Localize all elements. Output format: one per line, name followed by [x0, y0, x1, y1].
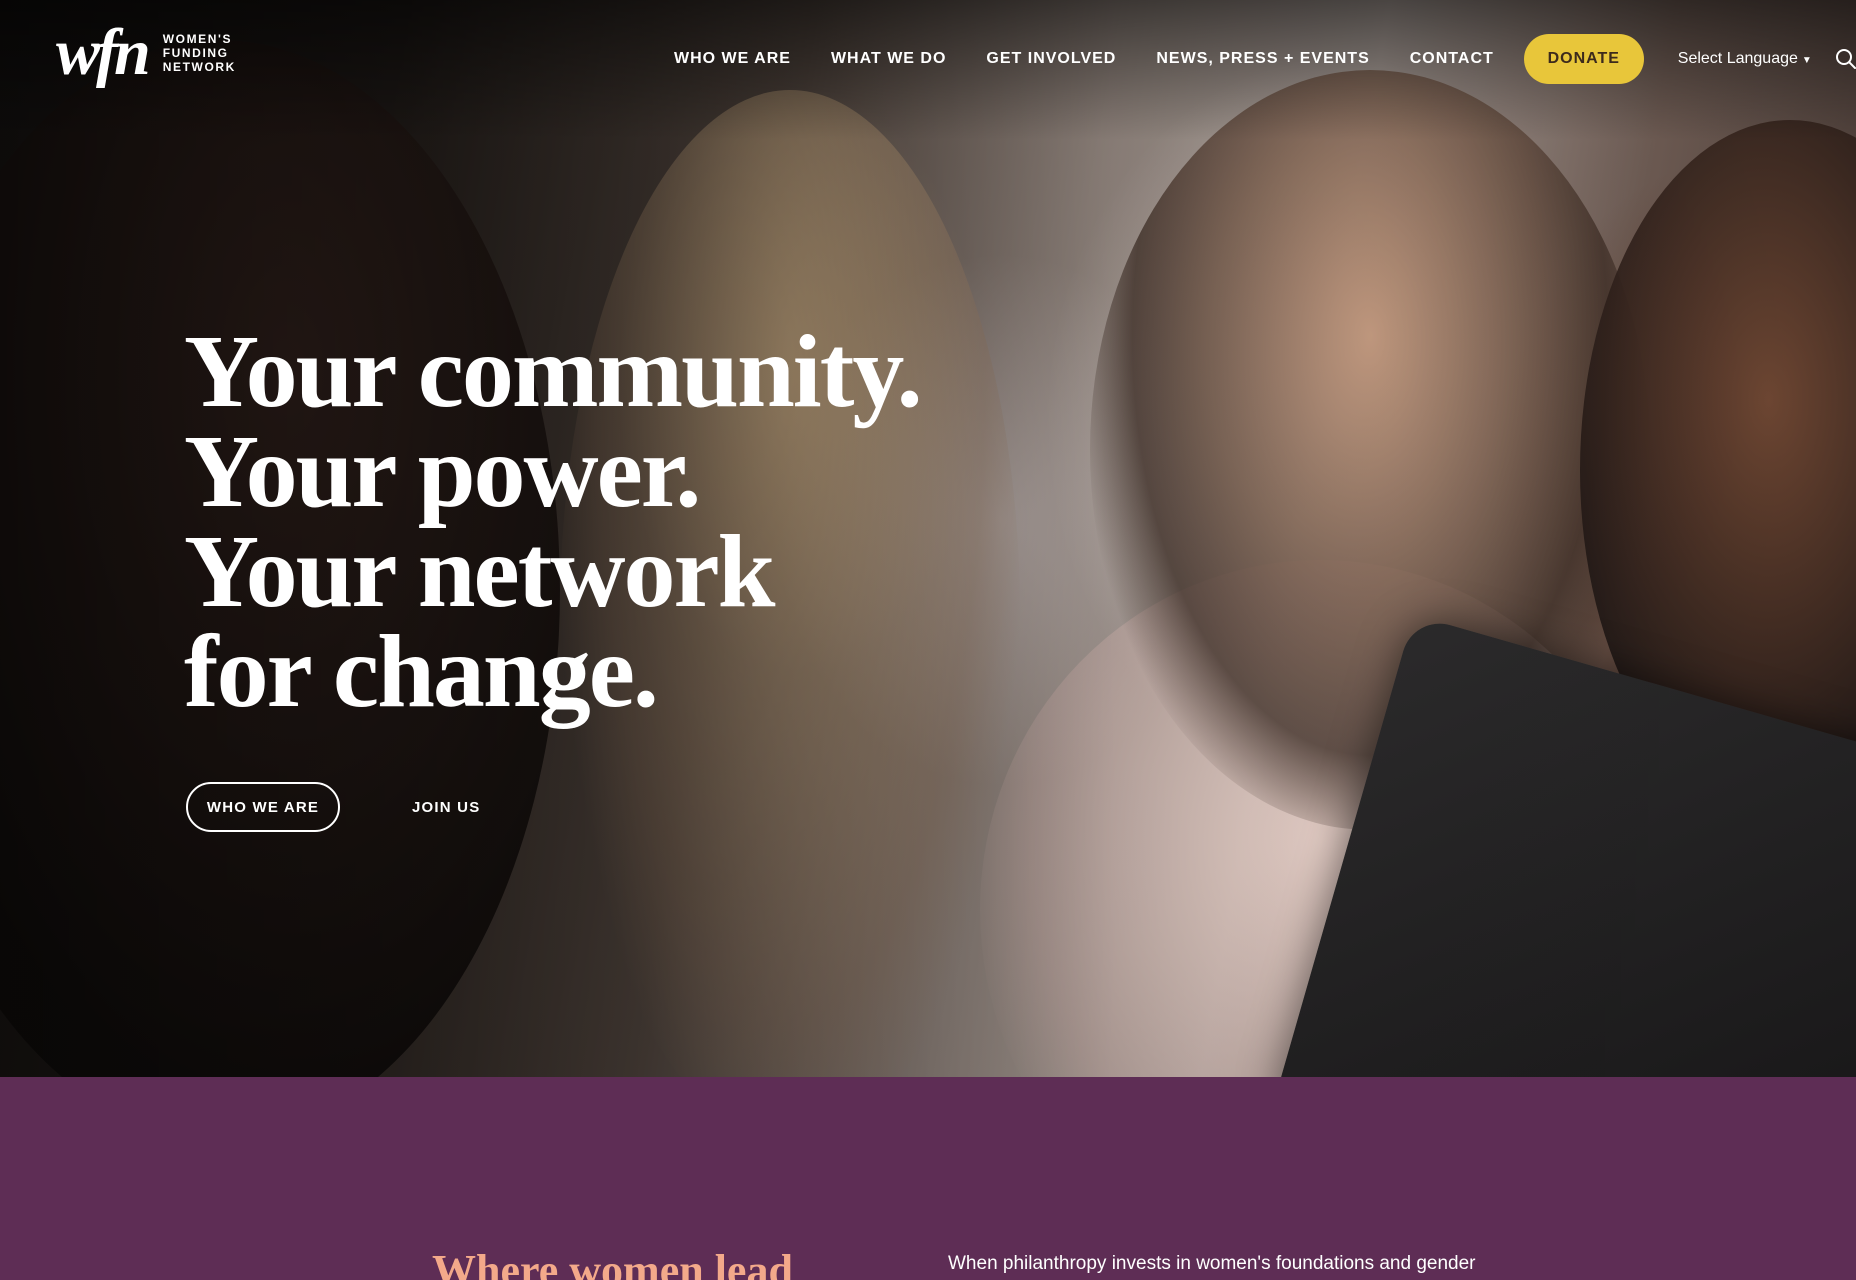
who-we-are-button[interactable]: WHO WE ARE [186, 782, 340, 832]
chevron-down-icon: ▼ [1801, 54, 1812, 66]
hero-headline: Your community. Your power. Your network… [184, 314, 923, 729]
logo-line: FUNDING [162, 46, 229, 60]
logo-line: WOMEN'S [162, 32, 233, 46]
hero-cta-group: WHO WE ARE JOIN US [186, 782, 480, 832]
logo-wordmark: WOMEN'S FUNDING NETWORK [163, 32, 236, 74]
intro-section: Where women lead When philanthropy inves… [0, 1077, 1856, 1280]
logo-line: NETWORK [162, 60, 236, 74]
nav-contact[interactable]: CONTACT [1410, 50, 1494, 68]
headline-line: Your power. [184, 414, 701, 529]
nav-who-we-are[interactable]: WHO WE ARE [674, 50, 791, 68]
nav-what-we-do[interactable]: WHAT WE DO [831, 50, 946, 68]
intro-body: When philanthropy invests in women's fou… [948, 1253, 1476, 1274]
intro-heading: Where women lead [432, 1246, 793, 1280]
headline-line: Your network [184, 514, 775, 629]
language-select-label: Select Language [1677, 50, 1798, 67]
main-nav: WHO WE ARE WHAT WE DO GET INVOLVED NEWS,… [674, 34, 1856, 84]
donate-button[interactable]: DONATE [1523, 34, 1644, 84]
magnifier-icon[interactable] [1834, 47, 1856, 71]
site-logo[interactable]: wfn WOMEN'S FUNDING NETWORK [56, 20, 236, 86]
headline-line: for change. [184, 614, 659, 729]
logo-mark: wfn [56, 16, 151, 89]
join-us-link[interactable]: JOIN US [412, 799, 480, 816]
language-select[interactable]: Select Language ▼ [1678, 50, 1812, 68]
hero-section: wfn WOMEN'S FUNDING NETWORK WHO WE ARE W… [0, 0, 1856, 1077]
nav-news-press-events[interactable]: NEWS, PRESS + EVENTS [1156, 50, 1369, 68]
headline-line: Your community. [184, 314, 923, 429]
nav-get-involved[interactable]: GET INVOLVED [986, 50, 1116, 68]
